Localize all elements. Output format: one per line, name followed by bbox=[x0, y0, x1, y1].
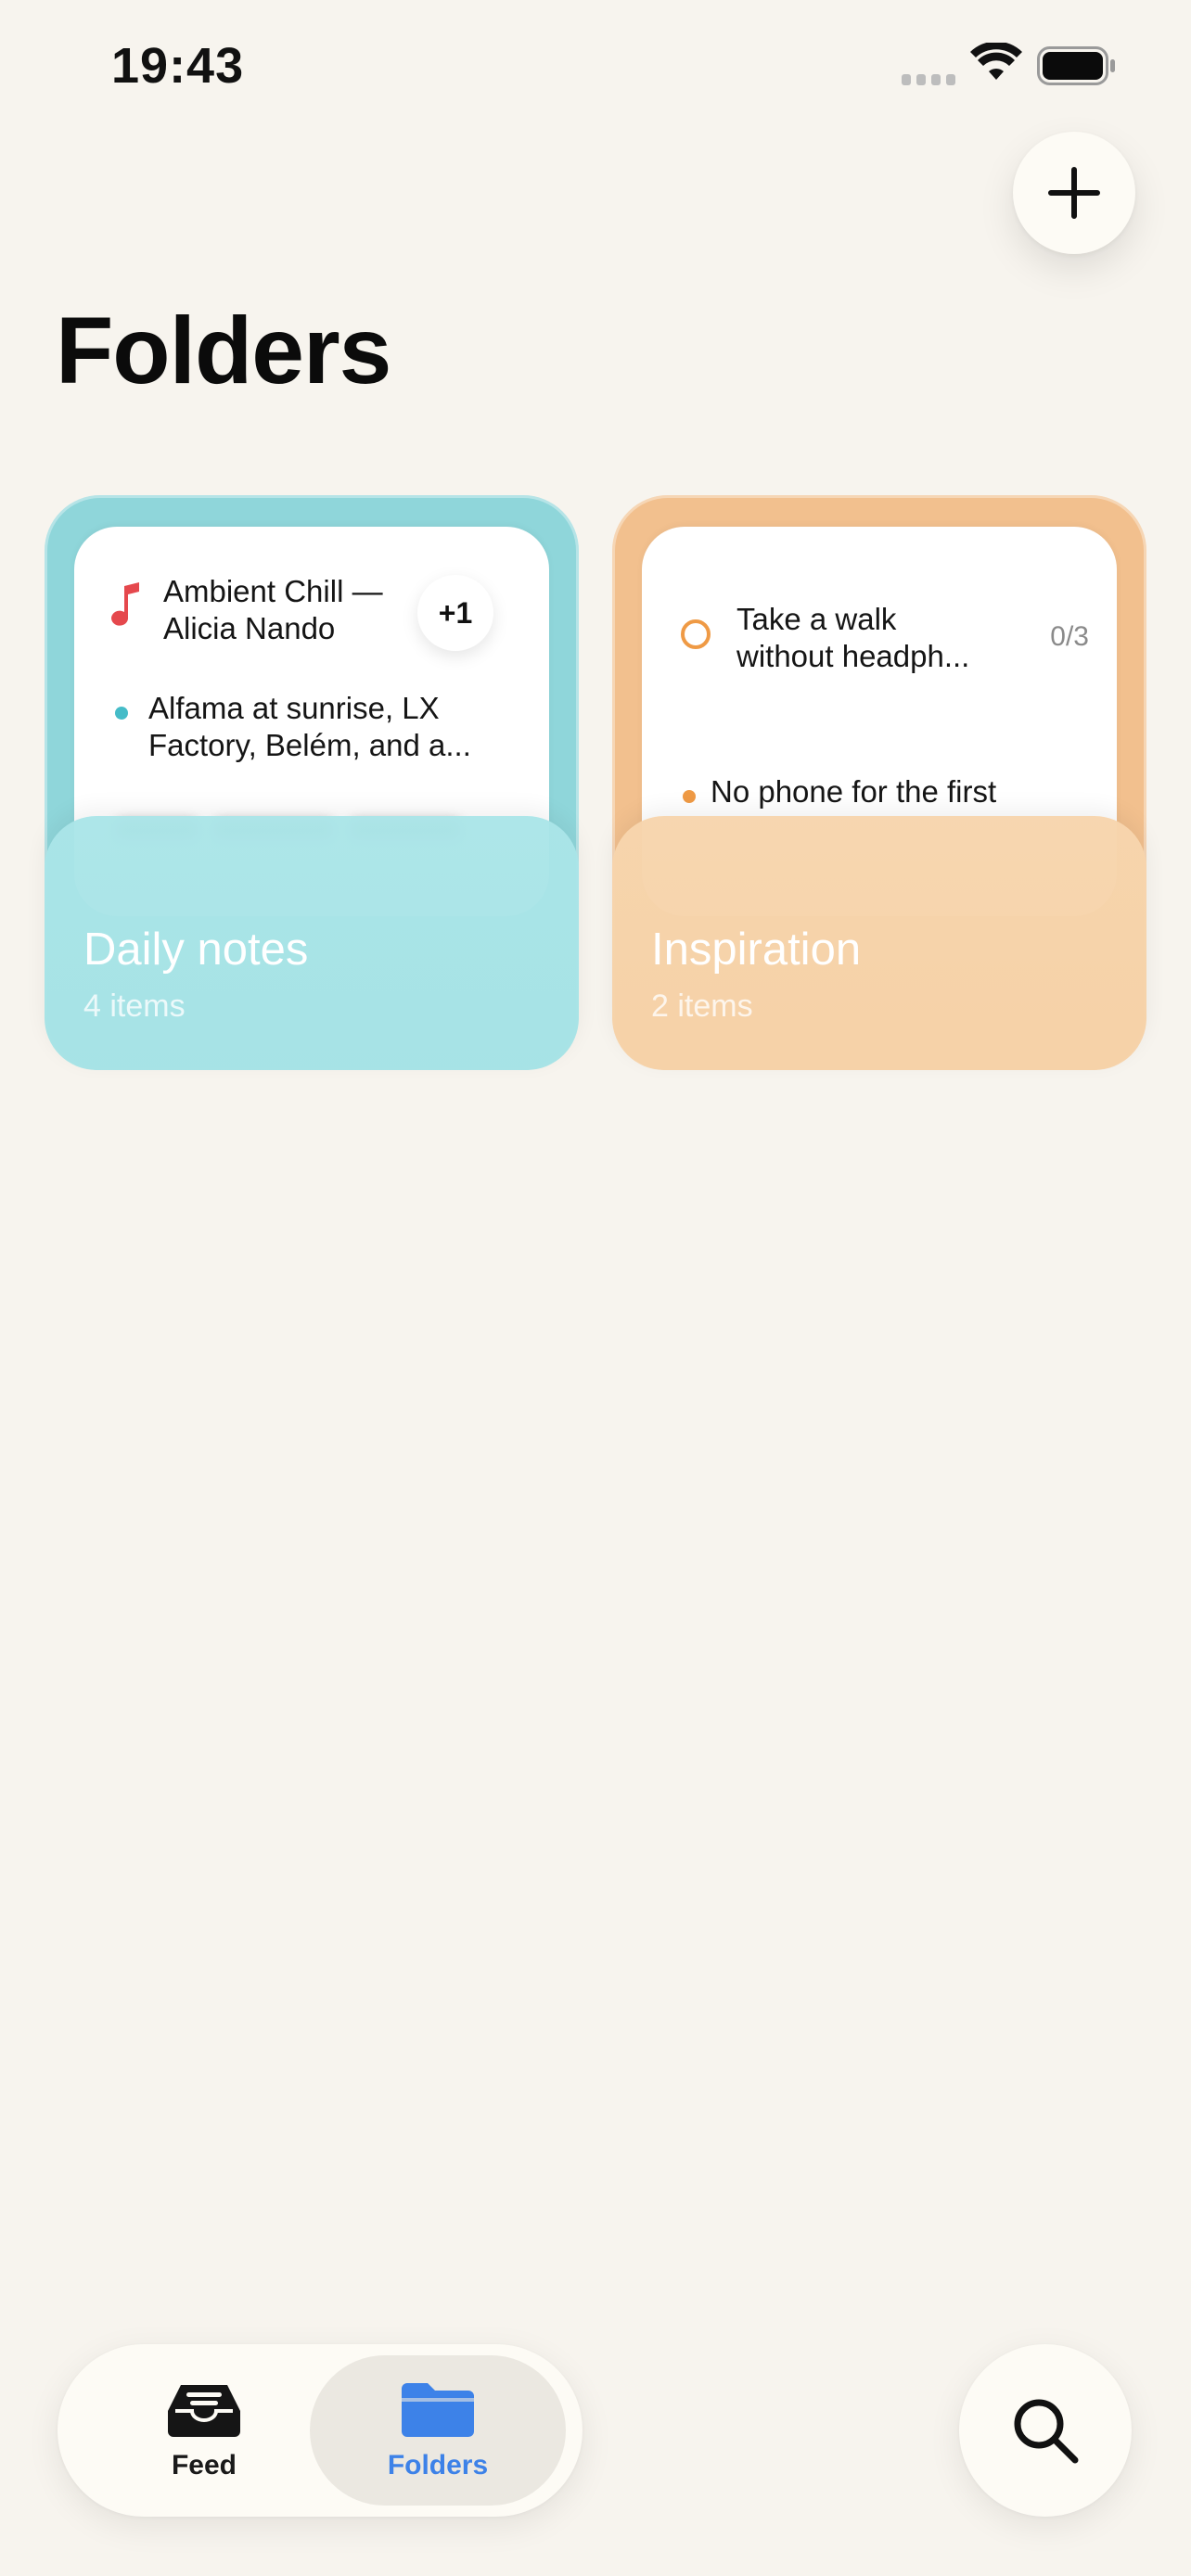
more-badge: +1 bbox=[417, 575, 493, 651]
note-dot-icon bbox=[115, 707, 128, 720]
task-line: Take a walk bbox=[736, 602, 897, 636]
status-bar: 19:43 bbox=[0, 0, 1191, 139]
folder-name: Daily notes bbox=[83, 925, 309, 975]
task-circle-icon bbox=[681, 619, 711, 649]
task-progress: 0/3 bbox=[1050, 621, 1089, 652]
task-dot-icon bbox=[683, 790, 696, 803]
cell-signal-icon bbox=[902, 74, 955, 85]
tab-label: Feed bbox=[171, 2450, 237, 2480]
folder-front: Inspiration 2 items bbox=[612, 816, 1146, 1070]
tab-feed[interactable]: Feed bbox=[76, 2355, 332, 2506]
folder-name: Inspiration bbox=[651, 925, 862, 975]
folder-card-daily-notes[interactable]: Ambient Chill — Alicia Nando +1 Alfama a… bbox=[45, 495, 579, 1070]
music-title: Ambient Chill — bbox=[163, 574, 383, 608]
music-note-icon bbox=[111, 582, 139, 626]
task-item: Take a walk without headph... bbox=[681, 601, 1089, 675]
battery-icon bbox=[1037, 46, 1115, 85]
status-time: 19:43 bbox=[111, 38, 245, 94]
folder-front: Daily notes 4 items bbox=[45, 816, 579, 1070]
tab-folders[interactable]: Folders bbox=[310, 2355, 566, 2506]
wifi-icon bbox=[970, 43, 1022, 80]
folder-card-inspiration[interactable]: Take a walk without headph... 0/3 No pho… bbox=[612, 495, 1146, 1070]
plus-icon bbox=[1048, 167, 1100, 219]
folder-item-count: 4 items bbox=[83, 988, 186, 1024]
tab-bar: Feed Folders bbox=[58, 2344, 583, 2517]
note-item: Alfama at sunrise, LX Factory, Belém, an… bbox=[115, 690, 471, 764]
task-item: No phone for the first bbox=[683, 773, 996, 810]
note-line: Factory, Belém, and a... bbox=[148, 728, 471, 762]
page-title: Folders bbox=[56, 298, 391, 403]
add-folder-button[interactable] bbox=[1013, 132, 1135, 254]
music-item: Ambient Chill — Alicia Nando bbox=[111, 573, 383, 647]
task-line: without headph... bbox=[736, 639, 970, 673]
folder-item-count: 2 items bbox=[651, 988, 753, 1024]
tab-label: Folders bbox=[387, 2450, 489, 2480]
search-icon bbox=[1014, 2399, 1079, 2464]
folder-icon bbox=[402, 2383, 474, 2437]
music-artist: Alicia Nando bbox=[163, 611, 336, 645]
note-line: Alfama at sunrise, LX bbox=[148, 691, 440, 725]
inbox-tray-icon bbox=[168, 2385, 240, 2437]
search-button[interactable] bbox=[959, 2344, 1132, 2517]
task-line: No phone for the first bbox=[711, 774, 997, 809]
